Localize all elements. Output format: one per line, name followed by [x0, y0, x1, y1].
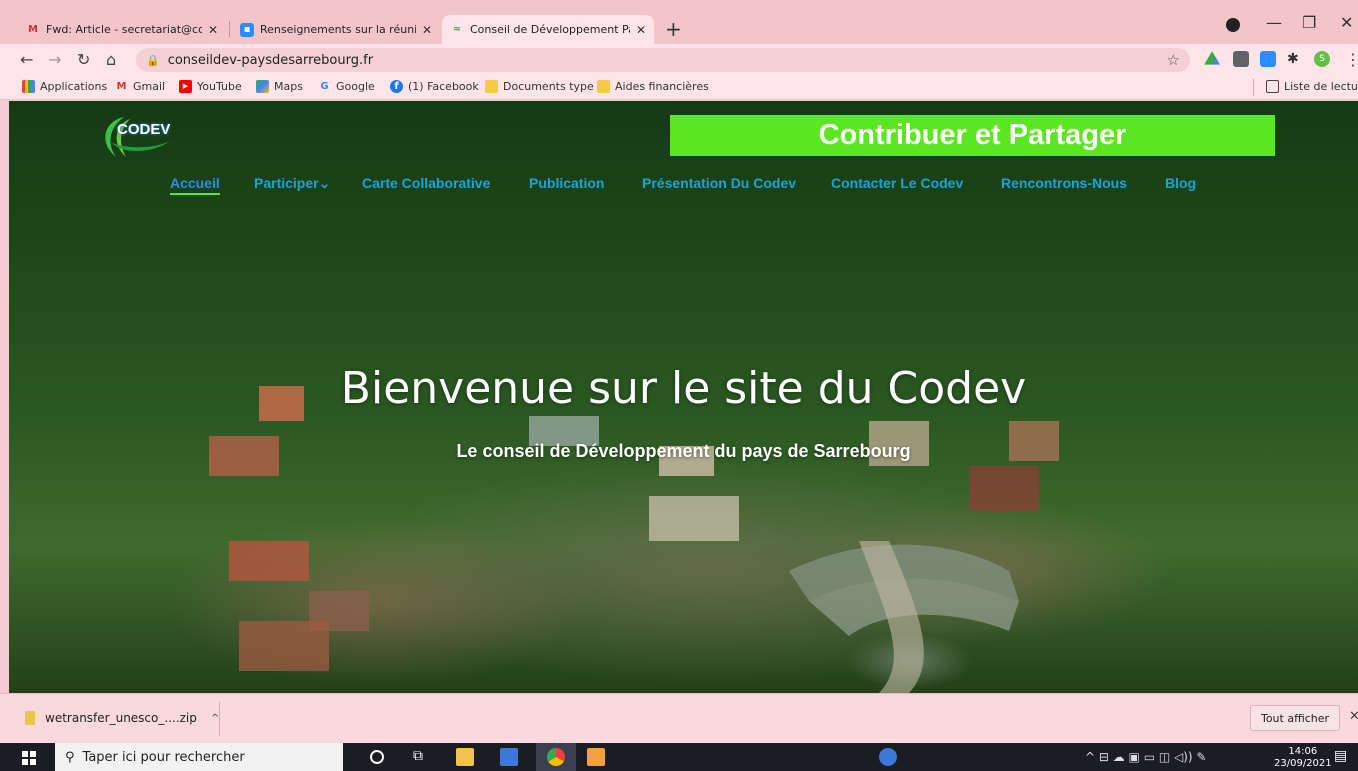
apps-grid-icon — [22, 80, 35, 93]
tab-zoom[interactable]: ▪ Renseignements sur la réunion - ✕ — [232, 15, 440, 44]
bookmark-maps[interactable]: Maps — [256, 80, 303, 93]
download-item[interactable]: wetransfer_unesco_....zip ^ — [25, 711, 219, 725]
folder-icon — [597, 80, 610, 93]
menu-kebab-icon[interactable]: ⋮ — [1345, 50, 1358, 69]
extension-icon[interactable] — [1233, 51, 1249, 67]
bookmark-google[interactable]: G Google — [318, 80, 374, 93]
profile-menu-icon[interactable] — [1226, 18, 1240, 32]
gmail-icon: M — [28, 24, 38, 35]
windows-start-icon[interactable] — [22, 751, 36, 765]
facebook-icon: f — [390, 80, 403, 93]
close-download-bar-icon[interactable]: ✕ — [1349, 709, 1358, 724]
nav-participer[interactable]: Participer⌄ — [254, 175, 330, 192]
puzzle-extensions-icon[interactable]: ✱ — [1287, 51, 1303, 67]
bookmark-star-icon[interactable]: ☆ — [1167, 51, 1180, 69]
forward-icon[interactable]: → — [48, 50, 61, 69]
google-icon: G — [320, 81, 329, 92]
search-icon: ⚲ — [65, 749, 75, 765]
chrome-icon — [547, 748, 565, 766]
contribuer-partager-button[interactable]: Contribuer et Partager — [670, 115, 1275, 156]
nav-publication[interactable]: Publication — [529, 175, 604, 191]
maps-icon — [256, 80, 269, 93]
close-window-button[interactable]: ✕ — [1340, 13, 1353, 32]
document-app-icon[interactable] — [587, 748, 605, 766]
microsoft-store-icon[interactable] — [500, 748, 518, 766]
codev-logo-text: CODEV — [117, 121, 171, 138]
notifications-icon[interactable]: ▤ — [1334, 748, 1352, 766]
system-tray-icons[interactable]: ^ ⊟ ☁ ▣ ▭ ◫ ◁)) ✎ — [1085, 750, 1206, 764]
windows-taskbar: ⚲ Taper ici pour rechercher ⧉ ^ ⊟ ☁ ▣ ▭ … — [0, 743, 1358, 771]
show-all-downloads-button[interactable]: Tout afficher — [1250, 705, 1340, 731]
close-icon[interactable]: ✕ — [422, 23, 432, 37]
chevron-down-icon: ⌄ — [318, 175, 331, 191]
cortana-icon[interactable] — [370, 750, 384, 764]
maximize-button[interactable]: ❐ — [1302, 13, 1316, 32]
zip-file-icon — [25, 711, 35, 725]
bookmarks-bar: Applications M Gmail ▶ YouTube Maps G Go… — [0, 76, 1358, 100]
bookmark-documents-type[interactable]: Documents type — [485, 80, 594, 93]
zoom-icon: ▪ — [240, 22, 254, 37]
nav-accueil[interactable]: Accueil — [170, 175, 220, 195]
codev-icon: ≈ — [452, 24, 462, 35]
codev-homepage: CODEV Contribuer et Partager Accueil Par… — [9, 101, 1358, 693]
reading-list-icon — [1266, 80, 1279, 93]
reading-list-button[interactable]: Liste de lecture — [1266, 80, 1358, 93]
help-icon[interactable] — [879, 748, 897, 766]
close-icon[interactable]: ✕ — [208, 23, 218, 37]
minimize-button[interactable]: — — [1266, 13, 1282, 32]
download-filename: wetransfer_unesco_....zip — [45, 711, 197, 725]
download-bar: wetransfer_unesco_....zip ^ Tout affiche… — [0, 693, 1358, 743]
taskbar-search-input[interactable]: ⚲ Taper ici pour rechercher — [55, 743, 343, 771]
youtube-icon: ▶ — [179, 80, 192, 93]
profile-avatar-icon[interactable]: S — [1314, 51, 1330, 67]
bookmark-applications[interactable]: Applications — [22, 80, 107, 93]
reload-icon[interactable]: ↻ — [77, 50, 90, 69]
home-icon[interactable]: ⌂ — [106, 50, 116, 69]
lock-icon[interactable]: 🔒 — [146, 54, 160, 67]
folder-icon — [485, 80, 498, 93]
bookmark-youtube[interactable]: ▶ YouTube — [179, 80, 242, 93]
hero-title: Bienvenue sur le site du Codev — [340, 363, 1027, 414]
browser-toolbar: ← → ↻ ⌂ 🔒 conseildev-paysdesarrebourg.fr… — [0, 44, 1358, 76]
back-icon[interactable]: ← — [20, 50, 33, 69]
zoom-extension-icon[interactable] — [1260, 51, 1276, 67]
bookmark-gmail[interactable]: M Gmail — [115, 80, 166, 93]
address-bar[interactable]: 🔒 conseildev-paysdesarrebourg.fr ☆ — [136, 48, 1190, 72]
nav-presentation-du-codev[interactable]: Présentation Du Codev — [642, 175, 796, 191]
hero-subtitle: Le conseil de Développement du pays de S… — [456, 441, 911, 461]
nav-participer-label: Participer — [254, 175, 319, 191]
new-tab-button[interactable]: + — [665, 17, 682, 41]
tab-codev[interactable]: ≈ Conseil de Développement Pays ✕ — [442, 15, 654, 44]
bookmark-aides-financieres[interactable]: Aides financières — [597, 80, 709, 93]
nav-contacter-le-codev[interactable]: Contacter Le Codev — [831, 175, 963, 191]
gmail-icon: M — [116, 81, 127, 92]
tab-gmail[interactable]: M Fwd: Article - secretariat@consei ✕ — [18, 15, 226, 44]
url-text[interactable]: conseildev-paysdesarrebourg.fr — [168, 53, 373, 68]
task-view-icon[interactable]: ⧉ — [413, 748, 431, 766]
bookmark-facebook[interactable]: f (1) Facebook — [390, 80, 479, 93]
close-icon[interactable]: ✕ — [636, 23, 646, 37]
nav-rencontrons-nous[interactable]: Rencontrons-Nous — [1001, 175, 1127, 191]
drive-icon[interactable] — [1204, 51, 1220, 65]
nav-blog[interactable]: Blog — [1165, 175, 1196, 191]
taskbar-clock[interactable]: 14:06 23/09/2021 — [1274, 746, 1332, 770]
tab-strip: M Fwd: Article - secretariat@consei ✕ ▪ … — [0, 0, 1358, 44]
file-explorer-icon[interactable] — [456, 748, 474, 766]
nav-carte-collaborative[interactable]: Carte Collaborative — [362, 175, 490, 191]
